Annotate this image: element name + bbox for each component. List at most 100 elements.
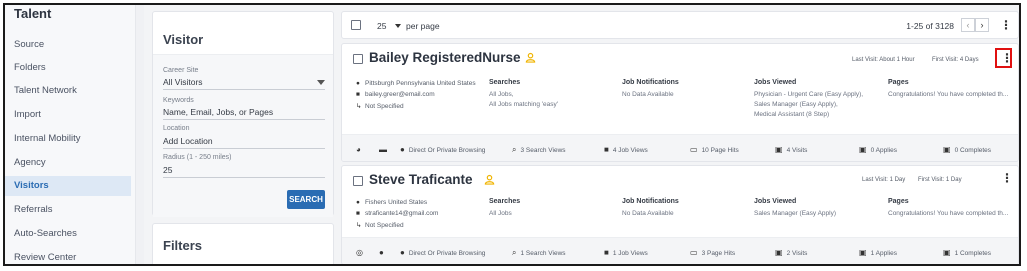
visitor-checkbox[interactable] bbox=[353, 54, 363, 64]
filters-title: Filters bbox=[163, 238, 203, 253]
radius-input[interactable]: 25 bbox=[163, 165, 325, 178]
sidebar-item-agency[interactable]: Agency bbox=[5, 153, 131, 173]
sidebar-item-visitors[interactable]: Visitors bbox=[5, 176, 131, 196]
filters-card: Filters bbox=[152, 223, 334, 264]
career-site-label: Career Site bbox=[163, 67, 199, 74]
visitor-location: ● Fishers United States bbox=[356, 199, 427, 206]
sidebar-item-folders[interactable]: Folders bbox=[5, 58, 131, 78]
pages-text: Congratulations! You have completed th..… bbox=[888, 91, 1009, 98]
apple-icon: ● bbox=[379, 248, 384, 257]
kebab-menu-icon[interactable]: ⋮ bbox=[1001, 171, 1013, 185]
search-icon: ⌕ bbox=[512, 248, 517, 257]
page-hits-stat: ▭ 10 Page Hits bbox=[690, 145, 739, 154]
job-views-stat: ■ 1 Job Views bbox=[604, 248, 648, 257]
pagination-range: 1-25 of 3128 bbox=[906, 21, 954, 31]
visitor-phone: ↳ Not Specified bbox=[356, 102, 404, 110]
kebab-menu-icon[interactable]: ⋮ bbox=[1000, 18, 1012, 32]
sidebar-item-import[interactable]: Import bbox=[5, 105, 131, 125]
per-page-label: per page bbox=[406, 21, 440, 31]
job-notifications-text: No Data Available bbox=[622, 91, 674, 98]
phone-text: Not Specified bbox=[365, 222, 404, 229]
search-views-text: 3 Search Views bbox=[520, 147, 566, 154]
visits-text: 2 Visits bbox=[786, 250, 808, 257]
searches-header: Searches bbox=[489, 79, 521, 86]
person-icon bbox=[484, 174, 495, 185]
completes-text: 0 Completes bbox=[954, 147, 992, 154]
career-site-select[interactable]: All Visitors bbox=[163, 77, 325, 90]
sidebar-item-review-center[interactable]: Review Center bbox=[5, 248, 131, 264]
first-visit: First Visit: 1 Day bbox=[918, 177, 962, 183]
search-button[interactable]: SEARCH bbox=[287, 190, 325, 209]
person-icon bbox=[525, 52, 536, 63]
applies-text: 0 Applies bbox=[870, 147, 897, 154]
jobs-viewed-item: Sales Manager (Easy Apply) bbox=[754, 210, 837, 217]
job-notifications-header: Job Notifications bbox=[622, 79, 679, 86]
per-page-select[interactable]: 25 bbox=[377, 21, 386, 31]
searches-item: All Jobs matching 'easy' bbox=[489, 101, 558, 108]
visitor-checkbox[interactable] bbox=[353, 176, 363, 186]
select-all-checkbox[interactable] bbox=[351, 20, 361, 30]
location-label: Location bbox=[163, 125, 190, 132]
email-icon: ■ bbox=[356, 210, 360, 217]
compass-icon: ◎ bbox=[356, 248, 363, 257]
sidebar: Talent Source Folders Talent Network Imp… bbox=[5, 5, 136, 264]
visits-stat: ▣ 2 Visits bbox=[775, 248, 807, 257]
applies-stat: ▣ 0 Applies bbox=[859, 145, 897, 154]
job-views-text: 4 Job Views bbox=[612, 147, 648, 154]
visitor-card: Steve Traficante Last Visit: 1 Day First… bbox=[341, 165, 1019, 264]
page-hits-text: 3 Page Hits bbox=[701, 250, 736, 257]
jobs-viewed-header: Jobs Viewed bbox=[754, 198, 797, 205]
visitor-stats: ◎ ● ● Direct Or Private Browsing ⌕ 1 Searc… bbox=[342, 237, 1018, 264]
sidebar-item-source[interactable]: Source bbox=[5, 35, 131, 55]
completes-stat: ▣ 0 Completes bbox=[943, 145, 991, 154]
searches-item: All Jobs, bbox=[489, 91, 514, 98]
keywords-input[interactable]: Name, Email, Jobs, or Pages bbox=[163, 107, 325, 120]
calendar-icon: ▣ bbox=[775, 145, 783, 154]
applies-text: 1 Applies bbox=[870, 250, 897, 257]
visitor-name[interactable]: Steve Traficante bbox=[369, 172, 473, 187]
keywords-label: Keywords bbox=[163, 97, 194, 104]
next-page-button[interactable]: › bbox=[975, 18, 989, 32]
applies-stat: ▣ 1 Applies bbox=[859, 248, 897, 257]
pages-header: Pages bbox=[888, 79, 909, 86]
search-icon: ⌕ bbox=[512, 145, 517, 154]
prev-page-button[interactable]: ‹ bbox=[961, 18, 975, 32]
visitor-email: ■ bailey.greer@email.com bbox=[356, 91, 435, 98]
list-toolbar: 25 per page 1-25 of 3128 ‹ › ⋮ bbox=[341, 11, 1019, 39]
sidebar-item-auto-searches[interactable]: Auto-Searches bbox=[5, 224, 131, 244]
globe-icon: ● bbox=[400, 248, 405, 257]
globe-icon: ● bbox=[400, 145, 405, 154]
chevron-down-icon[interactable] bbox=[395, 24, 401, 28]
job-notifications-text: No Data Available bbox=[622, 210, 674, 217]
phone-icon: ↳ bbox=[356, 222, 362, 229]
sidebar-item-talent-network[interactable]: Talent Network bbox=[5, 81, 131, 101]
last-visit: Last Visit: 1 Day bbox=[862, 177, 906, 183]
visitor-panel-title: Visitor bbox=[163, 32, 204, 47]
first-visit: First Visit: 4 Days bbox=[932, 57, 979, 63]
email-text: straficante14@gmail.com bbox=[365, 210, 439, 217]
visitor-name[interactable]: Bailey RegisteredNurse bbox=[369, 50, 521, 65]
divider bbox=[136, 5, 144, 264]
visitor-email: ■ straficante14@gmail.com bbox=[356, 210, 438, 217]
job-views-stat: ■ 4 Job Views bbox=[604, 145, 648, 154]
chevron-down-icon[interactable] bbox=[317, 80, 325, 85]
sidebar-item-referrals[interactable]: Referrals bbox=[5, 200, 131, 220]
device-icon: ▬ bbox=[379, 145, 387, 154]
page-hits-stat: ▭ 3 Page Hits bbox=[690, 248, 735, 257]
briefcase-icon: ■ bbox=[604, 145, 609, 154]
browsing-text: Direct Or Private Browsing bbox=[408, 147, 486, 154]
search-views-stat: ⌕ 3 Search Views bbox=[512, 145, 566, 155]
location-pin-icon: ● bbox=[356, 80, 360, 87]
chrome-icon: ◕ bbox=[356, 145, 361, 154]
location-text: Fishers United States bbox=[365, 199, 428, 206]
visitor-search-form: Career Site All Visitors Keywords Name, … bbox=[153, 54, 333, 217]
last-visit: Last Visit: About 1 Hour bbox=[852, 57, 915, 63]
completes-text: 1 Completes bbox=[954, 250, 992, 257]
visitor-stats: ◕ ▬ ● Direct Or Private Browsing ⌕ 3 Searc… bbox=[342, 134, 1018, 161]
highlight-box bbox=[995, 48, 1012, 68]
sidebar-item-internal-mobility[interactable]: Internal Mobility bbox=[5, 129, 131, 149]
browsing-stat: ● Direct Or Private Browsing bbox=[400, 145, 485, 154]
location-input[interactable]: Add Location bbox=[163, 136, 325, 149]
pages-header: Pages bbox=[888, 198, 909, 205]
jobs-viewed-header: Jobs Viewed bbox=[754, 79, 797, 86]
